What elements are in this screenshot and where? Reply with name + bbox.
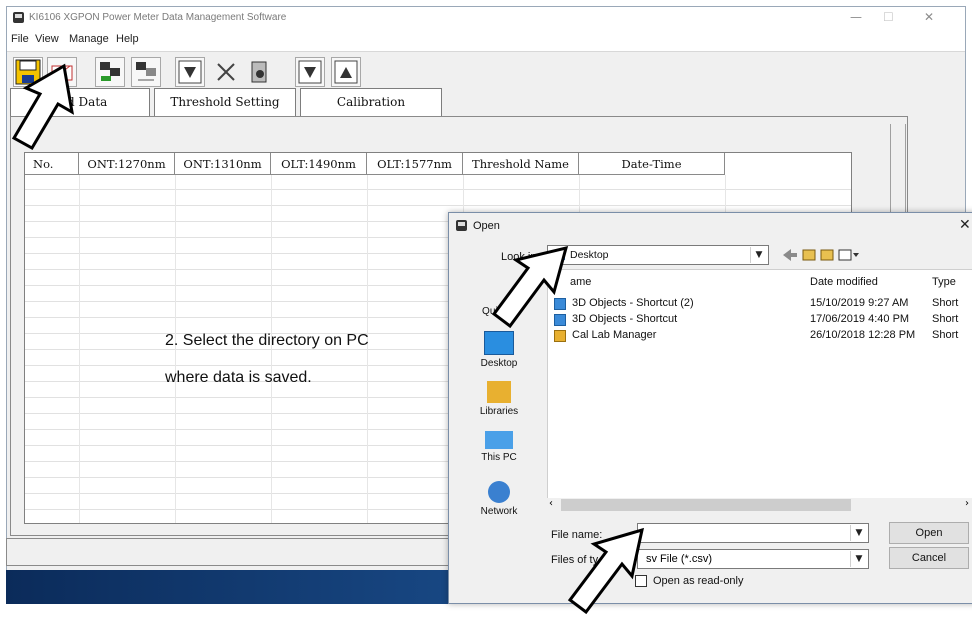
scroll-right-icon[interactable]: ›	[965, 498, 969, 509]
file-date: 15/10/2019 9:27 AM	[810, 297, 909, 309]
file-type: Short	[932, 329, 959, 341]
scroll-left-icon[interactable]: ‹	[549, 498, 553, 509]
grid-line	[25, 205, 851, 206]
place-desktop-label: Desktop	[480, 358, 518, 369]
menu-bar: File View Manage Help	[7, 29, 965, 51]
menu-file[interactable]: File	[11, 33, 29, 45]
tab-calibration-label: Calibration	[336, 95, 406, 109]
disconnect-icon	[136, 62, 156, 81]
file-type: Short	[932, 297, 959, 309]
network-icon	[488, 481, 510, 503]
settings-icon	[251, 61, 267, 83]
back-icon	[783, 249, 797, 261]
instruction-text: 2. Select the directory on PC where data…	[165, 322, 369, 396]
pointer-arrow-icon	[491, 245, 569, 329]
tab-calibration[interactable]: Calibration	[300, 88, 442, 116]
horizontal-scrollbar[interactable]: ‹ ›	[547, 498, 972, 512]
upload-icon	[334, 60, 358, 84]
file-date: 17/06/2019 4:40 PM	[810, 313, 910, 325]
close-button[interactable]: ✕	[924, 10, 934, 24]
file-date: 26/10/2018 12:28 PM	[810, 329, 916, 341]
menu-manage[interactable]: Manage	[69, 33, 109, 45]
column-header-threshold-name[interactable]: Threshold Name	[463, 153, 579, 175]
cancel-button[interactable]: Cancel	[889, 547, 969, 569]
column-header-olt1577[interactable]: OLT:1577nm	[367, 153, 463, 175]
file-row[interactable]: 3D Objects - Shortcut (2) 15/10/2019 9:2…	[554, 296, 972, 312]
file-type: Short	[932, 313, 959, 325]
view-menu-icon	[838, 249, 852, 261]
place-this-pc-label: This PC	[481, 452, 517, 463]
import-button[interactable]	[295, 57, 325, 87]
pointer-arrow-icon	[11, 63, 75, 151]
import-icon	[298, 60, 322, 84]
tab-threshold-setting[interactable]: Threshold Setting	[154, 88, 296, 116]
title-bar: KI6106 XGPON Power Meter Data Management…	[7, 7, 965, 29]
dialog-nav-icons	[783, 249, 859, 261]
window-title: KI6106 XGPON Power Meter Data Management…	[29, 12, 287, 23]
files-of-type-dropdown[interactable]: sv File (*.csv) ▼	[637, 549, 869, 569]
settings-button[interactable]	[245, 57, 275, 87]
toolbar	[7, 51, 965, 92]
pointer-arrow-icon	[567, 527, 645, 615]
file-row[interactable]: Cal Lab Manager 26/10/2018 12:28 PM Shor…	[554, 328, 972, 344]
menu-help[interactable]: Help	[116, 33, 139, 45]
column-header-ont1270[interactable]: ONT:1270nm	[79, 153, 175, 175]
file-list: ame Date modified Type 3D Objects - Shor…	[547, 269, 972, 509]
place-this-pc[interactable]: This PC	[453, 431, 545, 463]
upload-button[interactable]	[331, 57, 361, 87]
column-header-olt1490[interactable]: OLT:1490nm	[271, 153, 367, 175]
download-button[interactable]	[175, 57, 205, 87]
dialog-title: Open	[473, 220, 500, 232]
libraries-icon	[487, 381, 511, 403]
delete-icon	[217, 63, 235, 81]
maximize-button[interactable]: ☐	[883, 10, 894, 24]
menu-view[interactable]: View	[35, 33, 59, 45]
file-row[interactable]: 3D Objects - Shortcut 17/06/2019 4:40 PM…	[554, 312, 972, 328]
new-folder-icon	[820, 249, 834, 261]
column-header-ont1310[interactable]: ONT:1310nm	[175, 153, 271, 175]
tab-threshold-label: Threshold Setting	[170, 95, 280, 109]
read-only-label: Open as read-only	[653, 575, 744, 587]
minimize-button[interactable]: —	[850, 10, 862, 24]
app-icon	[13, 12, 24, 23]
file-name: 3D Objects - Shortcut	[572, 313, 678, 325]
grid-line	[25, 189, 851, 190]
place-network[interactable]: Network	[453, 481, 545, 517]
connect-button[interactable]	[95, 57, 125, 87]
look-in-dropdown[interactable]: Desktop ▼	[547, 245, 769, 265]
open-button[interactable]: Open	[889, 522, 969, 544]
place-network-label: Network	[480, 506, 518, 517]
column-header-date-time[interactable]: Date-Time	[579, 153, 725, 175]
instruction-line-1: 2. Select the directory on PC	[165, 332, 369, 349]
file-name: Cal Lab Manager	[572, 329, 657, 341]
dialog-close-button[interactable]: ✕	[959, 217, 971, 233]
computer-icon	[485, 431, 513, 449]
connect-icon	[100, 62, 120, 81]
chevron-down-icon[interactable]: ▼	[850, 525, 867, 541]
disconnect-button[interactable]	[131, 57, 161, 87]
place-libraries[interactable]: Libraries	[453, 381, 545, 417]
file-name-input[interactable]: ▼	[637, 523, 869, 543]
dialog-app-icon	[456, 220, 467, 231]
chevron-down-icon[interactable]: ▼	[850, 551, 867, 567]
column-header-date-modified[interactable]: Date modified	[810, 276, 878, 288]
delete-button[interactable]	[211, 57, 241, 87]
instruction-line-2: where data is saved.	[165, 369, 312, 386]
grid-col-line	[79, 175, 80, 523]
up-folder-icon	[802, 249, 816, 261]
column-header-type[interactable]: Type	[932, 276, 956, 288]
chevron-down-icon[interactable]: ▼	[750, 247, 767, 263]
file-name: 3D Objects - Shortcut (2)	[572, 297, 694, 309]
scroll-thumb[interactable]	[561, 499, 851, 511]
place-libraries-label: Libraries	[479, 406, 519, 417]
download-icon	[178, 60, 202, 84]
